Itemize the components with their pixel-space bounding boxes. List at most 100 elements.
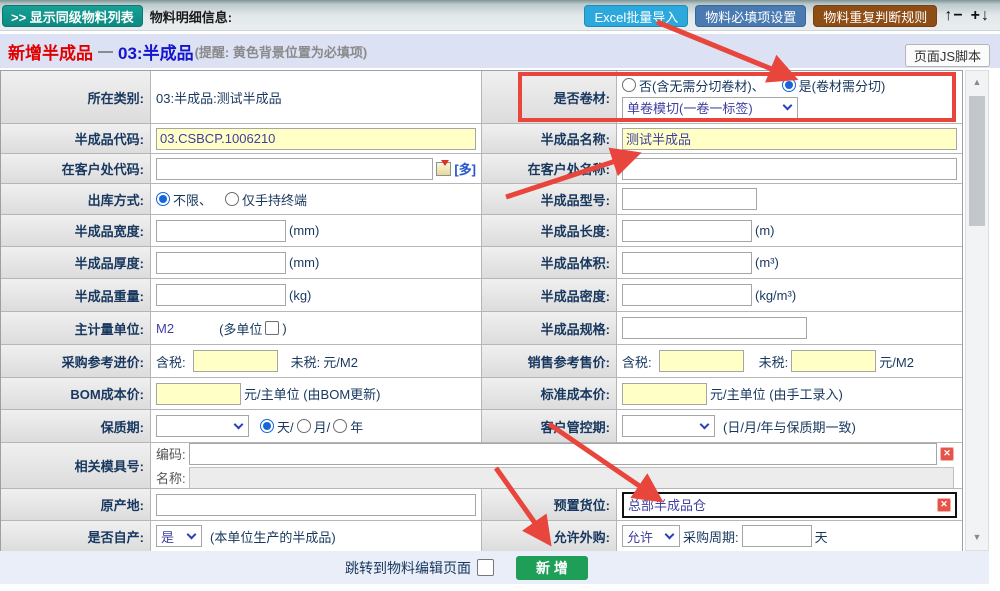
outmode-unlimited-label: 不限、 xyxy=(173,190,212,209)
purchase-tax-input[interactable] xyxy=(193,350,278,372)
top-toolbar: >> 显示同级物料列表 物料明细信息: Excel批量导入 物料必填项设置 物料… xyxy=(0,0,1000,31)
origin-input[interactable] xyxy=(156,494,476,516)
import-icon[interactable] xyxy=(436,162,451,176)
width-cell: (mm) xyxy=(151,215,482,246)
multi-unit-checkbox[interactable] xyxy=(265,321,279,335)
volume-unit: (m³) xyxy=(755,255,779,270)
font-increase-icon[interactable]: +↓ xyxy=(971,7,990,25)
cust-code-cell: [多] xyxy=(151,154,482,183)
thickness-input[interactable] xyxy=(156,252,286,274)
duplicate-rule-button[interactable]: 物料重复判断规则 xyxy=(813,5,937,27)
sale-tax-input[interactable] xyxy=(659,350,744,372)
weight-unit: (kg) xyxy=(289,288,311,303)
bom-cost-label: BOM成本价: xyxy=(1,378,151,409)
scrollbar-thumb[interactable] xyxy=(969,96,985,226)
cust-code-input[interactable] xyxy=(156,158,433,180)
preset-loc-input[interactable]: 总部半成品仓 ✕ xyxy=(622,492,957,518)
purchase-cycle-label: 采购周期: xyxy=(683,527,739,546)
shelf-month-radio[interactable] xyxy=(297,419,311,433)
std-cost-note: 元/主单位 (由手工录入) xyxy=(710,384,843,403)
category-value: 03:半成品:测试半成品 xyxy=(151,71,482,123)
weight-input[interactable] xyxy=(156,284,286,306)
purchase-cycle-unit: 天 xyxy=(815,527,828,546)
width-input[interactable] xyxy=(156,220,286,242)
std-cost-input[interactable] xyxy=(622,383,707,405)
clear-mould-icon[interactable]: ✕ xyxy=(940,447,954,461)
name-label: 半成品名称: xyxy=(482,124,617,153)
row-code-name: 半成品代码: 半成品名称: xyxy=(1,124,962,154)
length-input[interactable] xyxy=(622,220,752,242)
form-area: 所在类别: 03:半成品:测试半成品 是否卷材: 否(含无需分切卷材)、 是(卷… xyxy=(0,70,989,551)
scroll-up-icon[interactable]: ▲ xyxy=(966,77,988,87)
required-fields-settings-button[interactable]: 物料必填项设置 xyxy=(695,5,806,27)
bom-cost-note: 元/主单位 (由BOM更新) xyxy=(244,384,381,403)
sale-untaxed-input[interactable] xyxy=(791,350,876,372)
length-unit: (m) xyxy=(755,223,775,238)
cust-control-select[interactable] xyxy=(622,415,715,437)
outmode-handheld-label: 仅手持终端 xyxy=(242,190,307,209)
page-title: 新增半成品 xyxy=(8,39,93,64)
outmode-unlimited-radio[interactable] xyxy=(156,192,170,206)
volume-cell: (m³) xyxy=(617,247,962,278)
shelf-life-label: 保质期: xyxy=(1,410,151,442)
model-label: 半成品型号: xyxy=(482,184,617,214)
font-decrease-icon[interactable]: ↑− xyxy=(944,7,963,25)
main-unit-label: 主计量单位: xyxy=(1,312,151,344)
density-input[interactable] xyxy=(622,284,752,306)
scroll-down-icon[interactable]: ▼ xyxy=(966,532,988,542)
model-cell xyxy=(617,184,962,214)
length-cell: (m) xyxy=(617,215,962,246)
volume-label: 半成品体积: xyxy=(482,247,617,278)
purchase-cycle-input[interactable] xyxy=(742,525,812,547)
add-button[interactable]: 新 增 xyxy=(516,556,588,580)
jump-to-edit-label: 跳转到物料编辑页面 xyxy=(345,558,471,578)
mould-label: 相关模具号: xyxy=(1,443,151,488)
thickness-label: 半成品厚度: xyxy=(1,247,151,278)
cust-name-cell xyxy=(617,154,962,183)
model-input[interactable] xyxy=(622,188,757,210)
width-label: 半成品宽度: xyxy=(1,215,151,246)
length-label: 半成品长度: xyxy=(482,215,617,246)
chevron-down-icon xyxy=(187,529,197,539)
sale-unit: 元/M2 xyxy=(879,352,914,371)
mould-name-label: 名称: xyxy=(156,468,186,487)
code-input[interactable] xyxy=(156,128,476,150)
self-made-cell: 是 (本单位生产的半成品) xyxy=(151,521,482,551)
isroll-yes-radio[interactable] xyxy=(782,78,796,92)
outsource-select[interactable]: 允许 xyxy=(622,525,680,547)
show-sibling-materials-button[interactable]: >> 显示同级物料列表 xyxy=(2,5,143,27)
excel-batch-import-button[interactable]: Excel批量导入 xyxy=(584,5,688,27)
row-outmode-model: 出库方式: 不限、 仅手持终端 半成品型号: xyxy=(1,184,962,215)
row-weight-density: 半成品重量: (kg) 半成品密度: (kg/m³) xyxy=(1,279,962,312)
shelf-day-radio[interactable] xyxy=(260,419,274,433)
cut-mode-select[interactable]: 单卷模切(一卷一标签) xyxy=(622,97,798,119)
chevron-down-icon xyxy=(783,101,793,111)
cust-name-input[interactable] xyxy=(622,158,957,180)
row-shelf-custcontrol: 保质期: 天/ 月/ 年 客户管控期: (日 xyxy=(1,410,962,443)
density-label: 半成品密度: xyxy=(482,279,617,311)
chevron-down-icon xyxy=(665,529,675,539)
clear-preset-loc-icon[interactable]: ✕ xyxy=(937,498,951,512)
chevron-down-icon xyxy=(234,419,244,429)
shelf-life-select[interactable] xyxy=(156,415,249,437)
row-origin-presetloc: 原产地: 预置货位: 总部半成品仓 ✕ xyxy=(1,489,962,521)
bom-cost-input[interactable] xyxy=(156,383,241,405)
isroll-no-radio[interactable] xyxy=(622,78,636,92)
mould-name-input xyxy=(189,467,954,489)
shelf-year-radio[interactable] xyxy=(333,419,347,433)
multi-select-link[interactable]: [多] xyxy=(454,159,476,178)
jump-to-edit-checkbox[interactable] xyxy=(477,559,494,576)
spec-input[interactable] xyxy=(622,317,807,339)
page-js-script-button[interactable]: 页面JS脚本 xyxy=(905,44,990,67)
weight-label: 半成品重量: xyxy=(1,279,151,311)
outmode-handheld-radio[interactable] xyxy=(225,192,239,206)
vertical-scrollbar[interactable]: ▲ ▼ xyxy=(965,70,989,551)
self-made-select[interactable]: 是 xyxy=(156,525,202,547)
width-unit: (mm) xyxy=(289,223,319,238)
name-cell xyxy=(617,124,962,153)
mould-code-input[interactable] xyxy=(189,443,937,465)
origin-cell xyxy=(151,489,482,520)
name-input[interactable] xyxy=(622,128,957,150)
volume-input[interactable] xyxy=(622,252,752,274)
bom-cost-cell: 元/主单位 (由BOM更新) xyxy=(151,378,482,409)
